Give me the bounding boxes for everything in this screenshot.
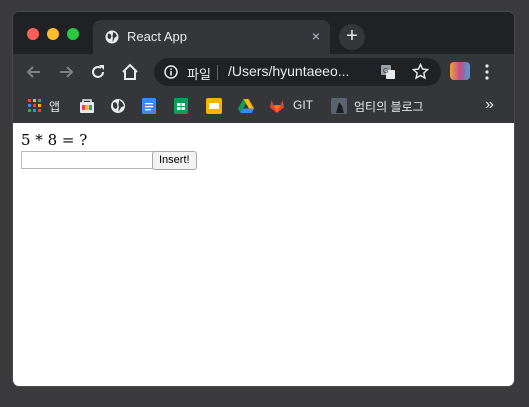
bookmarks-bar: 앱 GIT 엄티의 블로그 » — [13, 90, 514, 123]
maximize-window-button[interactable] — [67, 28, 79, 40]
answer-input[interactable] — [21, 151, 154, 169]
back-icon[interactable] — [25, 63, 43, 81]
address-bar[interactable]: 파일 /Users/hyuntaeeo... G — [154, 58, 441, 86]
bookmarks-overflow-icon[interactable]: » — [485, 96, 494, 114]
star-icon[interactable] — [412, 63, 429, 80]
home-icon[interactable] — [121, 63, 139, 81]
more-menu-icon[interactable] — [484, 64, 490, 80]
google-drive-icon[interactable] — [238, 98, 254, 114]
svg-text:G: G — [383, 68, 388, 75]
apps-grid-icon[interactable] — [28, 98, 42, 114]
blog-avatar-icon[interactable] — [331, 98, 347, 114]
web-store-icon[interactable] — [79, 98, 95, 114]
page-content: 5 * 8 = ? Insert! — [13, 123, 514, 386]
new-tab-button[interactable]: + — [339, 24, 365, 50]
bookmark-blog-label[interactable]: 엄티의 블로그 — [354, 98, 424, 115]
google-docs-icon[interactable] — [142, 98, 156, 114]
browser-window: React App × + 파일 /Users/hyuntaeeo... G 앱… — [13, 12, 514, 386]
translate-icon[interactable]: G — [380, 64, 396, 80]
insert-button[interactable]: Insert! — [152, 151, 197, 170]
minimize-window-button[interactable] — [47, 28, 59, 40]
tab-react-app[interactable]: React App × — [93, 20, 330, 54]
google-slides-icon[interactable] — [206, 98, 222, 114]
info-icon[interactable] — [164, 65, 178, 79]
globe-icon — [105, 30, 119, 44]
bookmark-git-label[interactable]: GIT — [293, 98, 313, 112]
close-tab-icon[interactable]: × — [312, 28, 320, 44]
globe-icon[interactable] — [110, 98, 126, 114]
title-bar: React App × + — [13, 12, 514, 54]
gitlab-icon[interactable] — [269, 98, 285, 114]
forward-icon[interactable] — [57, 63, 75, 81]
close-window-button[interactable] — [27, 28, 39, 40]
extension-icon[interactable] — [450, 62, 470, 80]
reload-icon[interactable] — [89, 63, 107, 81]
toolbar: 파일 /Users/hyuntaeeo... G — [13, 54, 514, 90]
url-text[interactable]: /Users/hyuntaeeo... — [228, 63, 349, 79]
question-text: 5 * 8 = ? — [21, 131, 88, 149]
scheme-label: 파일 — [187, 67, 211, 82]
google-sheets-icon[interactable] — [174, 98, 188, 114]
bookmark-apps-label[interactable]: 앱 — [49, 98, 60, 115]
divider — [217, 65, 218, 80]
tab-title: React App — [127, 29, 187, 44]
